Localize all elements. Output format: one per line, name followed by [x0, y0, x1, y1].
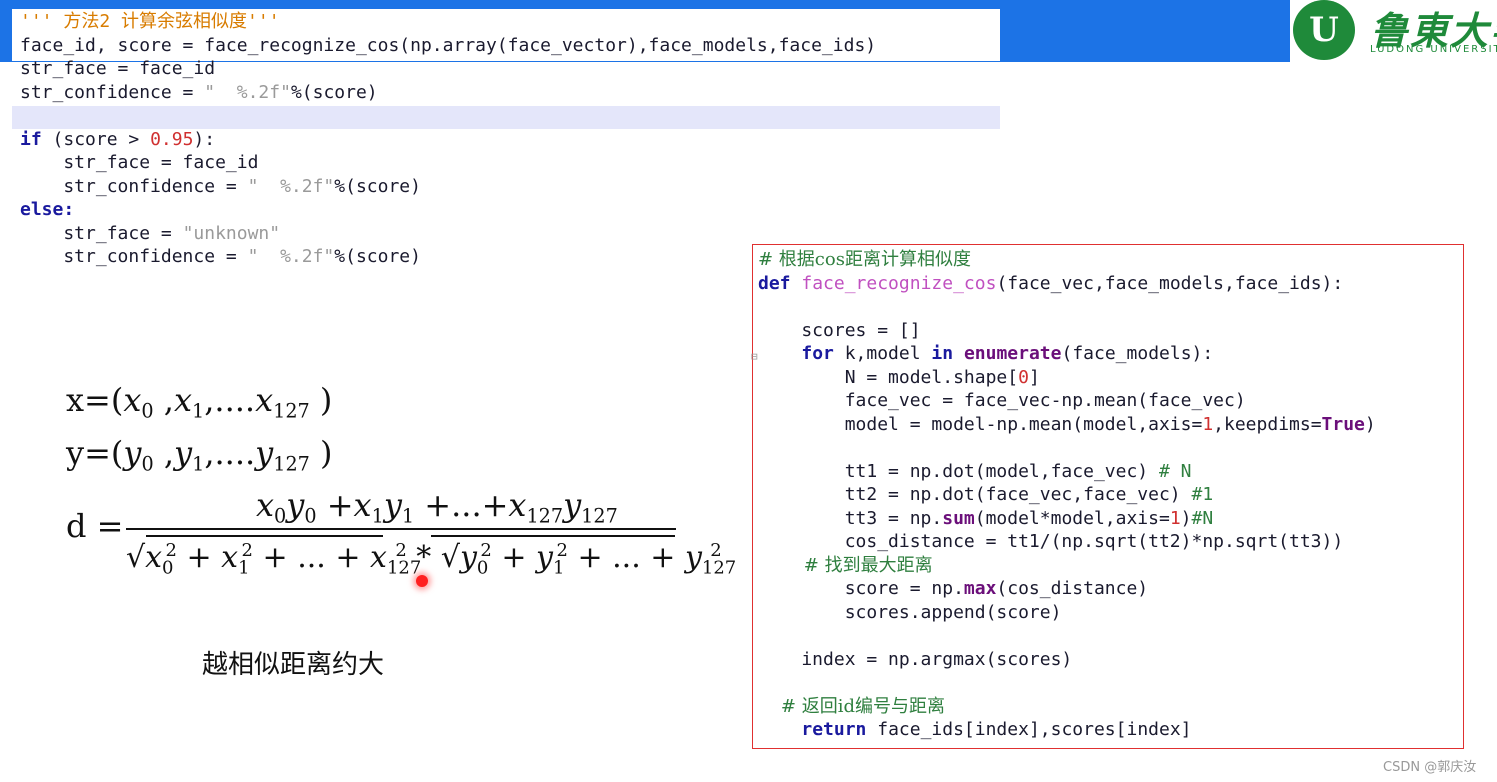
code-builtin: sum: [942, 507, 975, 529]
code-comment: ''' 方法2 计算余弦相似度''': [20, 11, 280, 32]
university-logo: U 鲁東大学 LUDONG UNIVERSITY: [1290, 0, 1497, 62]
fraction-line: [126, 528, 676, 530]
formula-caption: 越相似距离约大: [202, 650, 385, 680]
code-line: ):: [193, 128, 216, 150]
code-line: str_face = face_id: [20, 152, 259, 173]
code-line: ): [1180, 507, 1192, 529]
code-line: N = model.shape[: [758, 366, 1019, 388]
code-line: str_face = face_id: [20, 58, 216, 79]
code-number: 0: [1018, 366, 1029, 388]
formula-denominator: √x02 + x12 + ... + x1272 * √y02 + y12 + …: [126, 540, 737, 579]
x-vector-definition: x=(x0 ,x1,....x127 ): [66, 381, 333, 423]
code-comment: # 找到最大距离: [758, 554, 933, 576]
code-keyword: return: [801, 719, 867, 740]
code-line: (model*model,axis=: [974, 507, 1170, 529]
university-name-en: LUDONG UNIVERSITY: [1370, 44, 1497, 55]
code-number: 1: [1169, 507, 1181, 529]
watermark: CSDN @郭庆汝: [1383, 760, 1477, 775]
sqrt-overline: [146, 535, 383, 537]
code-line: (face_models):: [1061, 343, 1214, 364]
code-number: 1: [1202, 413, 1214, 435]
university-emblem-icon: U: [1293, 0, 1355, 60]
code-string: " %.2f": [247, 175, 335, 197]
function-name: face_recognize_cos: [801, 272, 997, 294]
code-comment: #N: [1191, 507, 1214, 529]
code-keyword: in: [931, 343, 954, 364]
code-line: cos_distance = tt1/(np.sqrt(tt2)*np.sqrt…: [758, 531, 1344, 552]
code-line: str_confidence =: [20, 81, 205, 103]
code-keyword: else:: [20, 199, 75, 220]
code-line: ]: [1028, 366, 1040, 388]
function-code-block: # 根据cos距离计算相似度 def face_recognize_cos(fa…: [758, 248, 1376, 742]
code-comment: # N: [1158, 460, 1192, 482]
code-string: " %.2f": [204, 81, 291, 103]
code-line: ,keepdims=: [1213, 413, 1322, 435]
fold-marker-icon[interactable]: ⊟: [751, 350, 758, 363]
code-line: tt2 = np.dot(face_vec,face_vec): [758, 484, 1192, 505]
code-builtin: max: [963, 578, 997, 599]
code-line: model = model-np.mean(model,axis=: [758, 413, 1203, 435]
code-line: %(score): [290, 81, 378, 103]
code-line: score = np.: [758, 578, 964, 599]
code-keyword: if: [20, 128, 42, 150]
code-keyword: for: [801, 343, 834, 364]
code-line: scores.append(score): [758, 601, 1062, 623]
code-line: tt1 = np.dot(model,face_vec): [758, 460, 1159, 482]
code-line: %(score): [334, 175, 421, 197]
code-string: " %.2f": [247, 246, 335, 267]
code-builtin: True: [1321, 413, 1365, 435]
code-number: 0.95: [150, 128, 194, 150]
sqrt-overline: [431, 535, 675, 537]
code-line: face_ids[index],scores[index]: [866, 719, 1192, 740]
d-label: d =: [66, 507, 124, 545]
pointer-dot: [416, 575, 428, 587]
code-line: %(score): [334, 246, 421, 267]
code-builtin: enumerate: [963, 343, 1062, 364]
code-comment: # 返回id编号与距离: [758, 695, 945, 717]
code-comment: # 根据cos距离计算相似度: [758, 249, 971, 270]
y-vector-definition: y=(y0 ,y1,....y127 ): [66, 434, 333, 476]
top-code-block: ''' 方法2 计算余弦相似度''' face_id, score = face…: [20, 10, 876, 269]
code-string: "unknown": [182, 222, 281, 244]
code-line: scores = []: [758, 319, 921, 341]
code-line: k,model: [833, 343, 932, 364]
code-keyword: def: [758, 272, 791, 294]
code-line: (face_vec,face_models,face_ids):: [996, 272, 1344, 294]
code-line: str_confidence =: [20, 175, 248, 197]
code-line: tt3 = np.: [758, 507, 943, 529]
code-line: str_confidence =: [20, 246, 248, 267]
code-line: face_id, score = face_recognize_cos(np.a…: [20, 34, 877, 56]
code-line: (cos_distance): [996, 578, 1149, 599]
formula-numerator: x0y0 +x1y1 +...+x127y127: [256, 486, 618, 528]
code-comment: #1: [1191, 484, 1214, 505]
code-line: face_vec = face_vec-np.mean(face_vec): [758, 390, 1246, 411]
code-line: index = np.argmax(scores): [758, 648, 1073, 670]
code-line: ): [1364, 413, 1376, 435]
code-line: (score >: [41, 128, 151, 150]
code-line: str_face =: [20, 222, 183, 244]
